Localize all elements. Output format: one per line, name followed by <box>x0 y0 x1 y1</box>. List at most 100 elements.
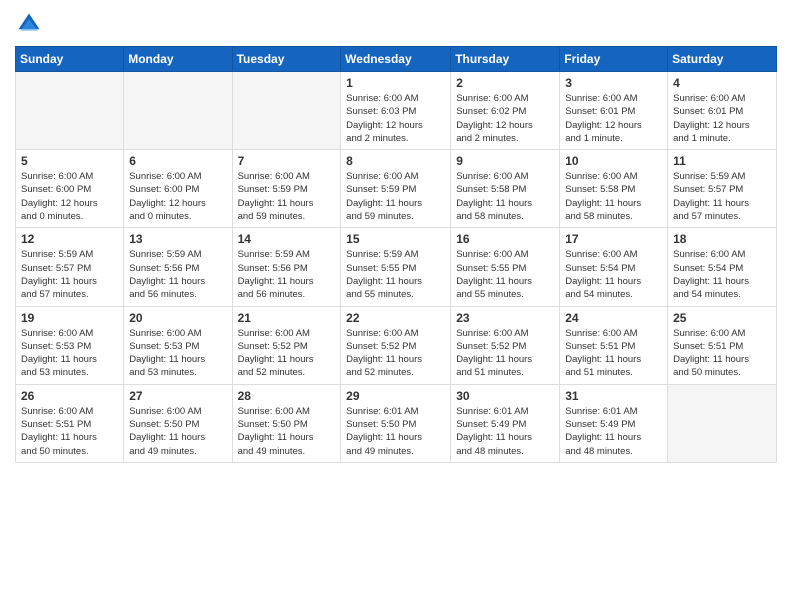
calendar-day-cell: 1Sunrise: 6:00 AM Sunset: 6:03 PM Daylig… <box>341 72 451 150</box>
calendar-week-row: 5Sunrise: 6:00 AM Sunset: 6:00 PM Daylig… <box>16 150 777 228</box>
day-number: 7 <box>238 154 336 168</box>
day-info: Sunrise: 6:01 AM Sunset: 5:50 PM Dayligh… <box>346 405 445 458</box>
day-info: Sunrise: 5:59 AM Sunset: 5:57 PM Dayligh… <box>21 248 118 301</box>
calendar-day-cell: 2 Sunrise: 6:00 AM Sunset: 6:02 PM Daylig… <box>451 72 560 150</box>
day-number: 18 <box>673 232 771 246</box>
calendar-day-cell <box>668 384 777 462</box>
day-info: Sunrise: 6:00 AM Sunset: 5:54 PM Dayligh… <box>673 248 771 301</box>
day-info: Sunrise: 6:00 AM Sunset: 5:51 PM Dayligh… <box>565 327 662 380</box>
calendar-day-cell: 19 Sunrise: 6:00 AM Sunset: 5:53 PM Dayli… <box>16 306 124 384</box>
calendar-week-row: 19 Sunrise: 6:00 AM Sunset: 5:53 PM Dayli… <box>16 306 777 384</box>
day-info: Sunrise: 6:00 AM Sunset: 5:50 PM Dayligh… <box>238 405 336 458</box>
header <box>15 10 777 38</box>
logo-icon <box>15 10 43 38</box>
day-number: 15 <box>346 232 445 246</box>
calendar-day-cell: 6 Sunrise: 6:00 AM Sunset: 6:00 PM Daylig… <box>124 150 232 228</box>
calendar-day-cell <box>16 72 124 150</box>
calendar-day-cell: 29 Sunrise: 6:01 AM Sunset: 5:50 PM Dayli… <box>341 384 451 462</box>
calendar-day-cell: 25Sunrise: 6:00 AM Sunset: 5:51 PM Dayli… <box>668 306 777 384</box>
day-number: 30 <box>456 389 554 403</box>
weekday-header-row: SundayMondayTuesdayWednesdayThursdayFrid… <box>16 47 777 72</box>
logo <box>15 10 47 38</box>
day-number: 16 <box>456 232 554 246</box>
day-info: Sunrise: 6:00 AM Sunset: 5:58 PM Dayligh… <box>565 170 662 223</box>
day-number: 31 <box>565 389 662 403</box>
calendar-day-cell: 9 Sunrise: 6:00 AM Sunset: 5:58 PM Daylig… <box>451 150 560 228</box>
day-info: Sunrise: 5:59 AM Sunset: 5:57 PM Dayligh… <box>673 170 771 223</box>
weekday-header-sunday: Sunday <box>16 47 124 72</box>
calendar-day-cell: 28 Sunrise: 6:00 AM Sunset: 5:50 PM Dayli… <box>232 384 341 462</box>
day-info: Sunrise: 6:00 AM Sunset: 5:52 PM Dayligh… <box>346 327 445 380</box>
page: SundayMondayTuesdayWednesdayThursdayFrid… <box>0 0 792 612</box>
day-info: Sunrise: 6:01 AM Sunset: 5:49 PM Dayligh… <box>565 405 662 458</box>
calendar-day-cell: 23 Sunrise: 6:00 AM Sunset: 5:52 PM Dayli… <box>451 306 560 384</box>
day-number: 6 <box>129 154 226 168</box>
day-info: Sunrise: 5:59 AM Sunset: 5:55 PM Dayligh… <box>346 248 445 301</box>
day-info: Sunrise: 6:00 AM Sunset: 5:59 PM Dayligh… <box>238 170 336 223</box>
day-info: Sunrise: 6:00 AM Sunset: 5:52 PM Dayligh… <box>238 327 336 380</box>
weekday-header-tuesday: Tuesday <box>232 47 341 72</box>
day-number: 22 <box>346 311 445 325</box>
calendar-week-row: 12 Sunrise: 5:59 AM Sunset: 5:57 PM Dayli… <box>16 228 777 306</box>
day-info: Sunrise: 6:00 AM Sunset: 5:52 PM Dayligh… <box>456 327 554 380</box>
day-info: Sunrise: 6:00 AM Sunset: 5:53 PM Dayligh… <box>21 327 118 380</box>
day-number: 1 <box>346 76 445 90</box>
calendar-day-cell: 17 Sunrise: 6:00 AM Sunset: 5:54 PM Dayli… <box>560 228 668 306</box>
day-number: 2 <box>456 76 554 90</box>
day-info: Sunrise: 6:00 AM Sunset: 6:01 PM Dayligh… <box>565 92 662 145</box>
calendar-day-cell: 20Sunrise: 6:00 AM Sunset: 5:53 PM Dayli… <box>124 306 232 384</box>
day-number: 8 <box>346 154 445 168</box>
calendar-day-cell: 24 Sunrise: 6:00 AM Sunset: 5:51 PM Dayli… <box>560 306 668 384</box>
calendar-table: SundayMondayTuesdayWednesdayThursdayFrid… <box>15 46 777 463</box>
weekday-header-thursday: Thursday <box>451 47 560 72</box>
calendar-day-cell: 30 Sunrise: 6:01 AM Sunset: 5:49 PM Dayli… <box>451 384 560 462</box>
day-number: 13 <box>129 232 226 246</box>
day-number: 17 <box>565 232 662 246</box>
day-number: 26 <box>21 389 118 403</box>
day-number: 25 <box>673 311 771 325</box>
calendar-day-cell: 7 Sunrise: 6:00 AM Sunset: 5:59 PM Daylig… <box>232 150 341 228</box>
day-number: 14 <box>238 232 336 246</box>
calendar-day-cell: 8 Sunrise: 6:00 AM Sunset: 5:59 PM Daylig… <box>341 150 451 228</box>
calendar-day-cell: 18 Sunrise: 6:00 AM Sunset: 5:54 PM Dayli… <box>668 228 777 306</box>
weekday-header-wednesday: Wednesday <box>341 47 451 72</box>
day-info: Sunrise: 6:00 AM Sunset: 6:00 PM Dayligh… <box>21 170 118 223</box>
calendar-day-cell: 12 Sunrise: 5:59 AM Sunset: 5:57 PM Dayli… <box>16 228 124 306</box>
calendar-week-row: 1Sunrise: 6:00 AM Sunset: 6:03 PM Daylig… <box>16 72 777 150</box>
day-info: Sunrise: 6:01 AM Sunset: 5:49 PM Dayligh… <box>456 405 554 458</box>
day-info: Sunrise: 6:00 AM Sunset: 5:58 PM Dayligh… <box>456 170 554 223</box>
weekday-header-friday: Friday <box>560 47 668 72</box>
day-info: Sunrise: 6:00 AM Sunset: 5:54 PM Dayligh… <box>565 248 662 301</box>
day-number: 19 <box>21 311 118 325</box>
day-info: Sunrise: 6:00 AM Sunset: 6:01 PM Dayligh… <box>673 92 771 145</box>
calendar-day-cell: 14Sunrise: 5:59 AM Sunset: 5:56 PM Dayli… <box>232 228 341 306</box>
calendar-day-cell: 21 Sunrise: 6:00 AM Sunset: 5:52 PM Dayli… <box>232 306 341 384</box>
calendar-day-cell: 16Sunrise: 6:00 AM Sunset: 5:55 PM Dayli… <box>451 228 560 306</box>
calendar-day-cell: 10Sunrise: 6:00 AM Sunset: 5:58 PM Dayli… <box>560 150 668 228</box>
calendar-day-cell: 27 Sunrise: 6:00 AM Sunset: 5:50 PM Dayli… <box>124 384 232 462</box>
day-number: 27 <box>129 389 226 403</box>
calendar-day-cell: 13 Sunrise: 5:59 AM Sunset: 5:56 PM Dayli… <box>124 228 232 306</box>
day-info: Sunrise: 6:00 AM Sunset: 6:02 PM Dayligh… <box>456 92 554 145</box>
day-number: 3 <box>565 76 662 90</box>
day-info: Sunrise: 6:00 AM Sunset: 5:50 PM Dayligh… <box>129 405 226 458</box>
day-info: Sunrise: 6:00 AM Sunset: 5:51 PM Dayligh… <box>21 405 118 458</box>
calendar-day-cell <box>124 72 232 150</box>
weekday-header-saturday: Saturday <box>668 47 777 72</box>
calendar-day-cell: 31 Sunrise: 6:01 AM Sunset: 5:49 PM Dayli… <box>560 384 668 462</box>
calendar-day-cell: 15 Sunrise: 5:59 AM Sunset: 5:55 PM Dayli… <box>341 228 451 306</box>
day-number: 21 <box>238 311 336 325</box>
weekday-header-monday: Monday <box>124 47 232 72</box>
day-number: 28 <box>238 389 336 403</box>
day-number: 29 <box>346 389 445 403</box>
calendar-day-cell: 3 Sunrise: 6:00 AM Sunset: 6:01 PM Daylig… <box>560 72 668 150</box>
day-number: 12 <box>21 232 118 246</box>
day-info: Sunrise: 6:00 AM Sunset: 6:00 PM Dayligh… <box>129 170 226 223</box>
calendar-day-cell <box>232 72 341 150</box>
day-number: 23 <box>456 311 554 325</box>
day-info: Sunrise: 5:59 AM Sunset: 5:56 PM Dayligh… <box>129 248 226 301</box>
day-info: Sunrise: 6:00 AM Sunset: 5:59 PM Dayligh… <box>346 170 445 223</box>
day-number: 9 <box>456 154 554 168</box>
calendar-day-cell: 26 Sunrise: 6:00 AM Sunset: 5:51 PM Dayli… <box>16 384 124 462</box>
day-number: 24 <box>565 311 662 325</box>
